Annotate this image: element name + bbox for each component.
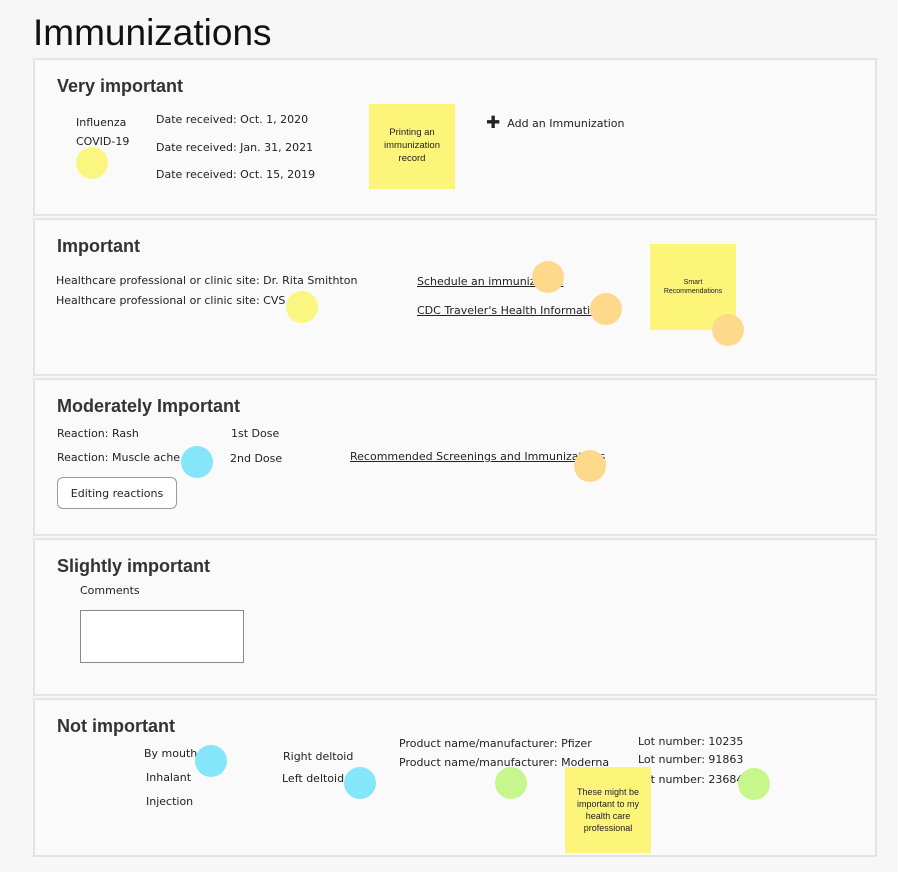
section-moderately-important: Moderately Important Reaction: Rash Reac…	[33, 378, 877, 536]
route-inhalant: Inhalant	[146, 771, 192, 784]
priority-dot	[590, 293, 622, 325]
priority-dot	[738, 768, 770, 800]
sticky-note-health-care-professional: These might be important to my health ca…	[565, 767, 651, 853]
section-slightly-important: Slightly important Comments	[33, 538, 877, 696]
product-pfizer: Product name/manufacturer: Pfizer	[399, 737, 592, 750]
vaccine-covid: COVID-19	[76, 135, 130, 148]
cdc-travelers-link[interactable]: CDC Traveler's Health Information	[417, 304, 604, 317]
vaccine-influenza: Influenza	[76, 116, 127, 129]
route-injection: Injection	[146, 795, 194, 808]
section-title: Moderately Important	[57, 396, 241, 416]
date-received-3: Date received: Oct. 15, 2019	[156, 168, 316, 181]
priority-dot	[181, 446, 213, 478]
section-title: Slightly important	[57, 556, 210, 576]
editing-reactions-button[interactable]: Editing reactions	[57, 477, 177, 509]
section-title: Very important	[57, 76, 184, 96]
add-immunization-button[interactable]: ✚ Add an Immunization	[486, 113, 625, 133]
priority-dot	[574, 450, 606, 482]
site-left-deltoid: Left deltoid	[282, 772, 345, 785]
priority-dot	[76, 147, 108, 179]
lot-number-2: Lot number: 91863	[638, 753, 744, 766]
dose-2: 2nd Dose	[230, 452, 283, 465]
provider-1: Healthcare professional or clinic site: …	[56, 274, 358, 287]
sticky-note-printing: Printing an immunization record	[369, 104, 455, 189]
priority-dot	[532, 261, 564, 293]
section-very-important: Very important Influenza COVID-19 Date r…	[33, 58, 877, 216]
recommended-screenings-link[interactable]: Recommended Screenings and Immunizations	[350, 450, 605, 463]
priority-dot	[712, 314, 744, 346]
section-important: Important Healthcare professional or cli…	[33, 218, 877, 376]
lot-number-3: Lot number: 23684	[638, 773, 744, 786]
site-right-deltoid: Right deltoid	[283, 750, 354, 763]
plus-icon: ✚	[486, 113, 501, 133]
add-immunization-label: Add an Immunization	[507, 116, 625, 130]
reaction-rash: Reaction: Rash	[57, 427, 139, 440]
priority-dot	[344, 767, 376, 799]
section-title: Not important	[57, 716, 175, 736]
section-title: Important	[57, 236, 140, 256]
priority-dot	[195, 745, 227, 777]
route-by-mouth: By mouth	[144, 747, 198, 760]
lot-number-1: Lot number: 10235	[638, 735, 744, 748]
section-not-important: Not important By mouth Inhalant Injectio…	[33, 698, 877, 857]
page-title: Immunizations	[33, 12, 272, 53]
provider-2: Healthcare professional or clinic site: …	[56, 294, 286, 307]
comments-label: Comments	[80, 584, 140, 597]
comments-field[interactable]	[80, 610, 244, 663]
date-received-2: Date received: Jan. 31, 2021	[156, 141, 314, 154]
priority-dot	[286, 291, 318, 323]
reaction-muscle-ache: Reaction: Muscle ache	[57, 451, 181, 464]
date-received-1: Date received: Oct. 1, 2020	[156, 113, 309, 126]
dose-1: 1st Dose	[231, 427, 280, 440]
priority-dot	[495, 767, 527, 799]
